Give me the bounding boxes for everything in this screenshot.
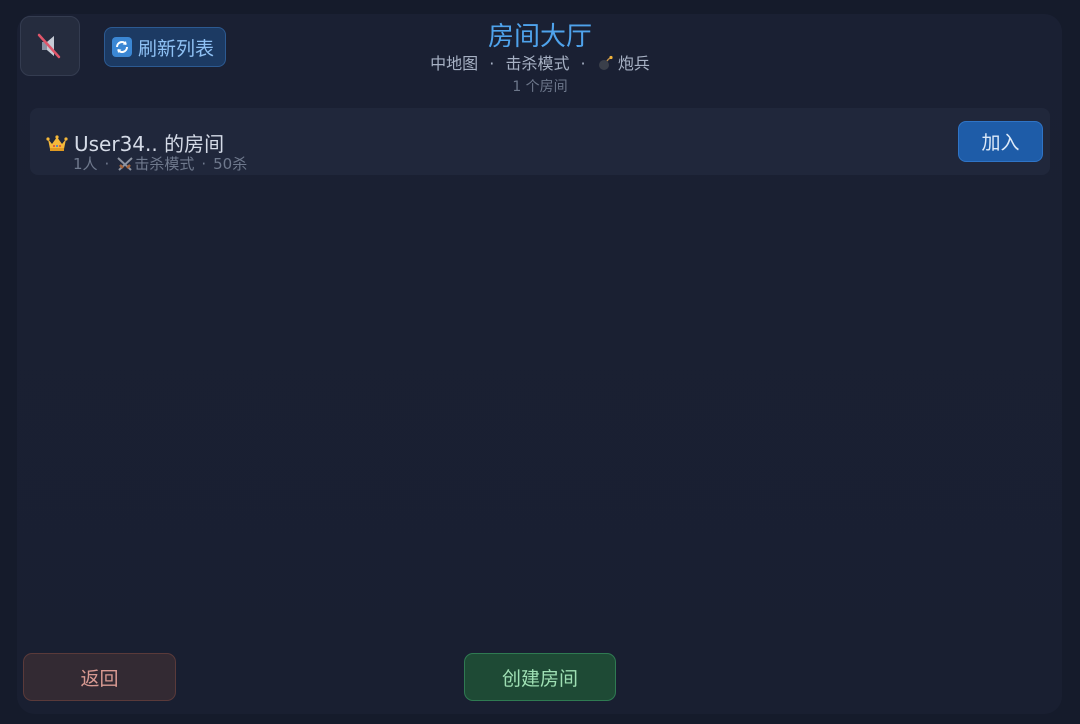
refresh-list-label: 刷新列表 [138, 37, 215, 60]
separator: · [201, 154, 207, 173]
join-room-button[interactable]: 加入 [958, 121, 1043, 162]
map-size-label: 中地图 [430, 54, 479, 73]
lobby-filter-summary: 中地图 · 击杀模式 · 炮兵 [340, 53, 740, 75]
page-title: 房间大厅 [487, 22, 592, 52]
room-details: 1人 · 击杀模式 · 50杀 [73, 153, 247, 174]
refresh-icon [112, 37, 132, 57]
create-room-button[interactable]: 创建房间 [464, 653, 616, 701]
separator: · [104, 154, 110, 173]
mute-button[interactable] [20, 16, 80, 76]
room-mode: 击杀模式 [134, 155, 195, 173]
player-count: 1人 [73, 155, 98, 173]
bomb-icon [598, 55, 613, 70]
refresh-list-button[interactable]: 刷新列表 [104, 27, 226, 67]
unit-class-label: 炮兵 [617, 54, 650, 73]
room-count: 1 个房间 [512, 79, 568, 95]
crown-icon [46, 134, 68, 151]
game-mode-label: 击杀模式 [505, 54, 570, 73]
kill-target: 50杀 [213, 155, 248, 173]
speaker-muted-icon [37, 33, 61, 59]
back-button[interactable]: 返回 [23, 653, 176, 701]
separator: · [580, 54, 586, 73]
room-list-item[interactable]: User34.. 的房间 1人 · 击杀模式 · 50杀 加入 [30, 108, 1050, 175]
separator: · [489, 54, 495, 73]
lobby-header: 房间大厅 中地图 · 击杀模式 · 炮兵 1 个房间 [340, 20, 740, 97]
crossed-swords-icon [117, 156, 134, 171]
room-lobby-screen: 刷新列表 房间大厅 中地图 · 击杀模式 · 炮兵 1 个房间 User34..… [0, 0, 1080, 724]
